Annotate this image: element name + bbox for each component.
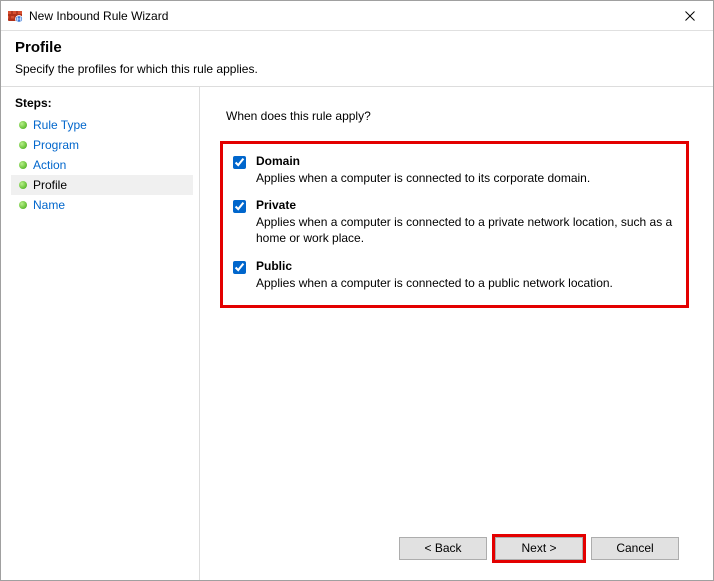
profiles-highlight: Domain Applies when a computer is connec… (220, 141, 689, 308)
wizard-footer: < Back Next > Cancel (220, 526, 695, 570)
wizard-header: Profile Specify the profiles for which t… (1, 31, 713, 86)
step-bullet-icon (19, 181, 27, 189)
step-label: Action (33, 158, 66, 172)
profile-domain-description: Applies when a computer is connected to … (256, 170, 676, 186)
step-label: Name (33, 198, 65, 212)
step-bullet-icon (19, 161, 27, 169)
close-icon (685, 8, 695, 24)
firewall-icon (7, 8, 23, 24)
close-button[interactable] (667, 1, 713, 31)
step-name[interactable]: Name (11, 195, 193, 215)
profile-private-row: Private Applies when a computer is conne… (231, 198, 676, 246)
profile-domain-row: Domain Applies when a computer is connec… (231, 154, 676, 186)
profile-domain-label: Domain (256, 154, 676, 168)
steps-heading: Steps: (11, 93, 199, 113)
profile-private-checkbox[interactable] (233, 200, 246, 213)
step-bullet-icon (19, 121, 27, 129)
content-question: When does this rule apply? (226, 109, 695, 123)
step-label: Program (33, 138, 79, 152)
cancel-button[interactable]: Cancel (591, 537, 679, 560)
step-label: Rule Type (33, 118, 87, 132)
wizard-window: New Inbound Rule Wizard Profile Specify … (0, 0, 714, 581)
profile-public-checkbox[interactable] (233, 261, 246, 274)
titlebar: New Inbound Rule Wizard (1, 1, 713, 31)
step-label: Profile (33, 178, 67, 192)
profile-public-description: Applies when a computer is connected to … (256, 275, 676, 291)
back-button[interactable]: < Back (399, 537, 487, 560)
step-action[interactable]: Action (11, 155, 193, 175)
page-title: Profile (15, 39, 699, 56)
page-subtitle: Specify the profiles for which this rule… (15, 62, 699, 76)
wizard-content: When does this rule apply? Domain Applie… (199, 87, 713, 580)
wizard-body: Steps: Rule Type Program Action Profile (1, 86, 713, 580)
steps-sidebar: Steps: Rule Type Program Action Profile (1, 87, 199, 580)
profile-domain-checkbox[interactable] (233, 156, 246, 169)
step-profile[interactable]: Profile (11, 175, 193, 195)
step-rule-type[interactable]: Rule Type (11, 115, 193, 135)
profile-private-description: Applies when a computer is connected to … (256, 214, 676, 246)
profile-private-label: Private (256, 198, 676, 212)
next-button[interactable]: Next > (495, 537, 583, 560)
step-program[interactable]: Program (11, 135, 193, 155)
step-bullet-icon (19, 201, 27, 209)
window-title: New Inbound Rule Wizard (29, 9, 168, 23)
profile-public-row: Public Applies when a computer is connec… (231, 259, 676, 291)
profile-public-label: Public (256, 259, 676, 273)
step-bullet-icon (19, 141, 27, 149)
